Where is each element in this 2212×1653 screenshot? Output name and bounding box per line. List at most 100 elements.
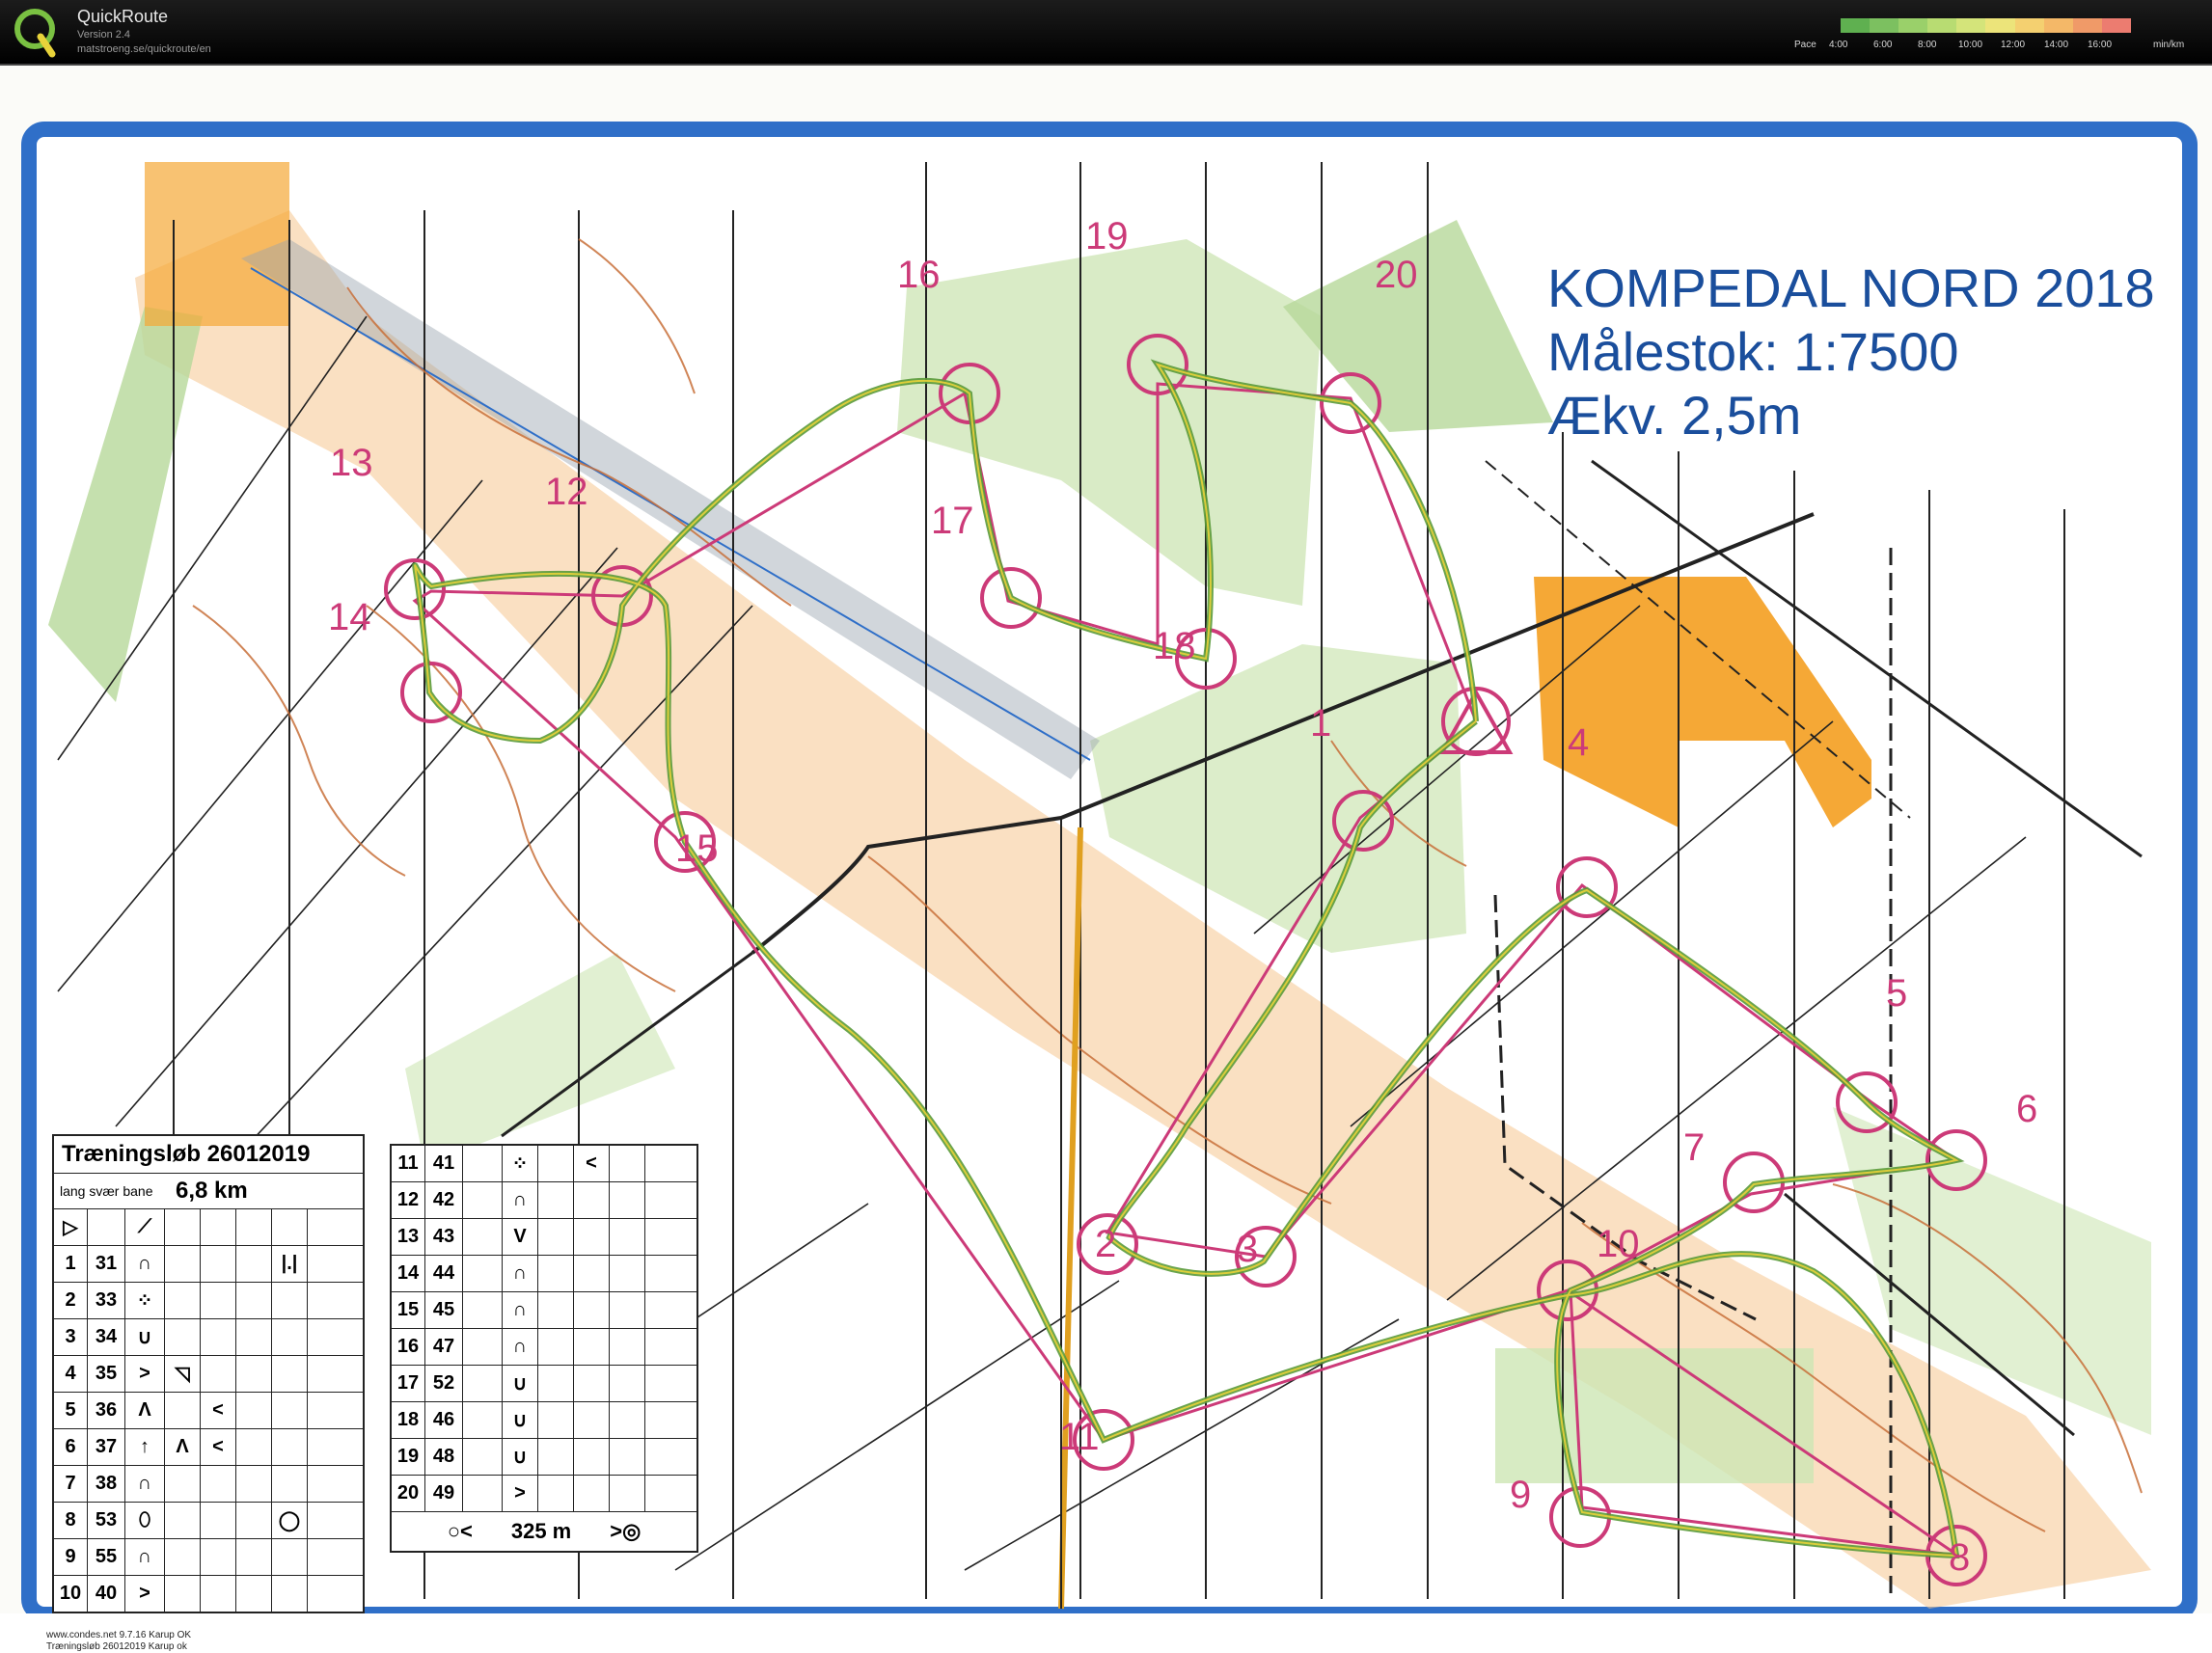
- pace-color-scale: [1841, 18, 2131, 33]
- corner-icon: ◹: [165, 1356, 201, 1392]
- description-row: 6 37 ↑ Λ <: [54, 1429, 363, 1466]
- description-row: 10 40 >: [54, 1576, 363, 1612]
- depression-icon: ∪: [503, 1366, 538, 1401]
- oval-icon: ⬯: [125, 1503, 165, 1538]
- pace-legend: 4:00 6:00 8:00 10:00 12:00 14:00 16:00: [1794, 15, 2199, 54]
- start-triangle-icon: ▷: [54, 1209, 88, 1245]
- description-row: 11 41 ⁘ <: [392, 1146, 696, 1182]
- description-row: 20 49 >: [392, 1476, 696, 1512]
- description-row: 14 44 ∩: [392, 1256, 696, 1292]
- dot-diamond-icon: ⁘: [503, 1146, 538, 1181]
- control-number: 7: [1683, 1126, 1706, 1169]
- control-number: 10: [1597, 1223, 1640, 1265]
- north-arrow-icon: ↑: [125, 1429, 165, 1465]
- description-row: 19 48 ∪: [392, 1439, 696, 1476]
- open-circle-icon: ◯: [272, 1503, 308, 1538]
- knoll-icon: ∩: [503, 1182, 538, 1218]
- control-number: 3: [1237, 1228, 1259, 1270]
- control-number: 6: [2016, 1088, 2038, 1130]
- control-number: 16: [897, 254, 941, 296]
- map-scale-line: Målestok: 1:7500: [1547, 321, 1959, 382]
- pace-tick: 12:00: [2001, 40, 2026, 50]
- control-number: 1: [1310, 702, 1332, 745]
- control-number: 12: [545, 471, 588, 513]
- pace-unit: min/km: [2153, 40, 2185, 50]
- pace-tick: 16:00: [2088, 40, 2113, 50]
- description-row: 13 43 V: [392, 1219, 696, 1256]
- slash-symbol-icon: ⟋: [125, 1209, 165, 1245]
- control-number: 8: [1949, 1536, 1971, 1579]
- control-number: 19: [1085, 215, 1129, 257]
- course-info: lang svær bane 6,8 km: [54, 1174, 363, 1209]
- finish-start-icon: ○<: [447, 1519, 473, 1543]
- knoll-icon: ∩: [125, 1466, 165, 1502]
- pace-tick: 8:00: [1918, 40, 1937, 50]
- reentrant-icon: >: [125, 1576, 165, 1612]
- knoll-icon: ∩: [125, 1246, 165, 1282]
- course-name: lang svær bane: [60, 1183, 153, 1199]
- depression-icon: ∪: [503, 1402, 538, 1438]
- pace-tick: 10:00: [1958, 40, 1983, 50]
- description-row: 1 31 ∩ |.|: [54, 1246, 363, 1283]
- control-number: 4: [1568, 721, 1590, 764]
- description-row: 7 38 ∩: [54, 1466, 363, 1503]
- course-length: 6,8 km: [176, 1178, 248, 1204]
- map-footer: www.condes.net 9.7.16 Karup OK Træningsl…: [46, 1630, 191, 1653]
- control-number: 15: [675, 827, 719, 870]
- reentrant-icon: >: [503, 1476, 538, 1511]
- control-number: 9: [1510, 1474, 1532, 1516]
- control-number: 17: [931, 500, 974, 542]
- description-row: 8 53 ⬯ ◯: [54, 1503, 363, 1539]
- footer-line: www.condes.net 9.7.16 Karup OK: [46, 1630, 192, 1640]
- map-contour-line: Ækv. 2,5m: [1547, 385, 1802, 446]
- control-number: 2: [1095, 1223, 1117, 1265]
- map-title: KOMPEDAL NORD 2018 Målestok: 1:7500 Ækv.…: [1547, 257, 2155, 447]
- angle-icon: <: [574, 1146, 610, 1181]
- gully-icon: V: [503, 1219, 538, 1255]
- knoll-icon: ∩: [503, 1329, 538, 1365]
- pace-tick: 14:00: [2044, 40, 2069, 50]
- description-row: 4 35 > ◹: [54, 1356, 363, 1393]
- description-row: 3 34 ∪: [54, 1319, 363, 1356]
- event-name: Træningsløb 26012019: [54, 1136, 363, 1174]
- description-row: 9 55 ∩: [54, 1539, 363, 1576]
- description-row: 18 46 ∪: [392, 1402, 696, 1439]
- start-row: ▷ ⟋: [54, 1209, 363, 1246]
- control-number: 13: [330, 442, 373, 484]
- control-description-left: Træningsløb 26012019 lang svær bane 6,8 …: [52, 1134, 365, 1613]
- pace-tick: 4:00: [1829, 40, 1848, 50]
- app-url[interactable]: matstroeng.se/quickroute/en: [77, 43, 211, 55]
- knoll-icon: ∩: [125, 1539, 165, 1575]
- control-description-right: 11 41 ⁘ < 12 42 ∩ 13 43 V 14 44 ∩ 15 45 ∩ 16 47 ∩ 17 5…: [390, 1144, 698, 1553]
- depression-icon: ∪: [125, 1319, 165, 1355]
- control-number: 20: [1375, 254, 1418, 296]
- reentrant-icon: >: [125, 1356, 165, 1392]
- description-row: 12 42 ∩: [392, 1182, 696, 1219]
- map-title-line: KOMPEDAL NORD 2018: [1547, 257, 2155, 318]
- description-row: 5 36 Λ <: [54, 1393, 363, 1429]
- side-icon: |.|: [272, 1246, 308, 1282]
- depression-icon: ∪: [503, 1439, 538, 1475]
- app-title: QuickRoute: [77, 7, 169, 26]
- title-bar: QuickRoute Version 2.4 matstroeng.se/qui…: [0, 0, 2212, 66]
- map-canvas[interactable]: KOMPEDAL NORD 2018 Målestok: 1:7500 Ækv.…: [0, 66, 2212, 1652]
- footer-line: Træningsløb 26012019 Karup ok: [46, 1641, 187, 1652]
- control-number: 18: [1153, 625, 1196, 667]
- spur-icon: Λ: [125, 1393, 165, 1428]
- vegetation-area: [1495, 1348, 1814, 1483]
- finish-circle-icon: >◎: [610, 1519, 642, 1543]
- knoll-icon: ∩: [503, 1292, 538, 1328]
- finish-distance: 325 m: [510, 1519, 572, 1543]
- description-row: 17 52 ∪: [392, 1366, 696, 1402]
- description-row: 2 33 ⁘: [54, 1283, 363, 1319]
- dot-diamond-icon: ⁘: [125, 1283, 165, 1318]
- control-number: 11: [1059, 1416, 1100, 1458]
- control-number: 5: [1886, 972, 1908, 1015]
- pace-label: Pace: [1794, 40, 1816, 50]
- pace-tick: 6:00: [1873, 40, 1893, 50]
- q-logo-icon: [14, 9, 56, 58]
- knoll-icon: ∩: [503, 1256, 538, 1291]
- spur-icon: Λ: [165, 1429, 201, 1465]
- settlement-area: [145, 162, 289, 326]
- angle-icon: <: [201, 1393, 236, 1428]
